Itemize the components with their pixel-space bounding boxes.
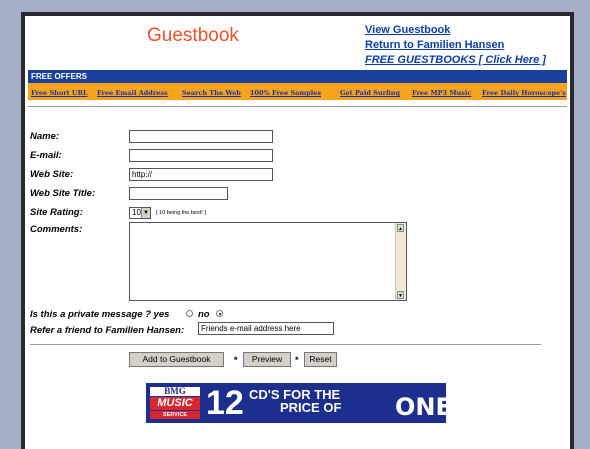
- rating-note: [ 10 being the best! ]: [156, 210, 206, 216]
- bmg-ad-banner[interactable]: BMG MUSIC SERVICE 12 CD'S FOR THE PRICE …: [146, 383, 446, 423]
- button-separator: *: [295, 355, 299, 365]
- name-field[interactable]: [129, 130, 273, 143]
- refer-friend-field[interactable]: [198, 322, 334, 335]
- free-offers-title: FREE OFFERS: [28, 70, 567, 83]
- private-no-radio[interactable]: [216, 310, 223, 317]
- comments-scrollbar[interactable]: ▲ ▼: [395, 223, 406, 300]
- website-field[interactable]: [129, 168, 273, 181]
- banner-number: 12: [206, 384, 244, 422]
- offer-link[interactable]: Free MP3 Music: [412, 89, 471, 97]
- private-yes-radio[interactable]: [186, 310, 193, 317]
- rating-select[interactable]: 10 ▼: [129, 207, 151, 219]
- guestbook-page: Guestbook View Guestbook Return to Famil…: [25, 16, 570, 449]
- offer-link[interactable]: Free Short URL: [31, 89, 88, 97]
- free-guestbooks-link[interactable]: FREE GUESTBOOKS [ Click Here ]: [365, 54, 546, 66]
- offer-link[interactable]: 100% Free Samples: [250, 89, 321, 97]
- scroll-up-icon[interactable]: ▲: [397, 224, 404, 232]
- refer-friend-label: Refer a friend to Familien Hansen:: [30, 325, 185, 336]
- add-to-guestbook-button[interactable]: Add to Guestbook: [129, 352, 224, 367]
- free-offers-bar: FREE OFFERS Free Short URL Free Email Ad…: [28, 70, 567, 100]
- private-message-label: Is this a private message ? yes: [30, 309, 170, 320]
- email-label: E-mail:: [30, 150, 62, 161]
- reset-button[interactable]: Reset: [304, 352, 337, 367]
- name-label: Name:: [30, 131, 60, 142]
- view-guestbook-link[interactable]: View Guestbook: [365, 24, 450, 36]
- divider: [30, 344, 541, 345]
- website-label: Web Site:: [30, 169, 74, 180]
- private-no-label: no: [198, 309, 210, 320]
- chevron-down-icon: ▼: [141, 208, 150, 218]
- bmg-music-service-logo: BMG MUSIC SERVICE: [150, 387, 200, 419]
- email-field[interactable]: [129, 149, 273, 162]
- website-title-field[interactable]: [129, 187, 228, 200]
- offer-link[interactable]: Search The Web: [182, 89, 241, 97]
- divider: [28, 106, 567, 107]
- return-home-link[interactable]: Return to Familien Hansen: [365, 39, 504, 51]
- logo-top-text: BMG: [150, 387, 200, 396]
- offer-link[interactable]: Free Email Address: [97, 89, 168, 97]
- logo-bottom-text: SERVICE: [150, 411, 200, 419]
- rating-value: 10: [132, 208, 141, 217]
- logo-middle-text: MUSIC: [150, 397, 200, 410]
- comments-label: Comments:: [30, 224, 83, 235]
- website-title-label: Web Site Title:: [30, 188, 96, 199]
- offer-link[interactable]: Free Daily Horoscope's: [482, 89, 566, 97]
- rating-label: Site Rating:: [30, 207, 83, 218]
- scroll-down-icon[interactable]: ▼: [397, 291, 404, 299]
- banner-one: ONE: [395, 393, 446, 421]
- offer-link[interactable]: Get Paid Surfing: [340, 89, 400, 97]
- preview-button[interactable]: Preview: [243, 352, 291, 367]
- page-title: Guestbook: [147, 25, 239, 46]
- banner-line2: PRICE OF: [280, 400, 342, 415]
- comments-textarea[interactable]: ▲ ▼: [129, 222, 407, 301]
- button-separator: *: [234, 355, 238, 365]
